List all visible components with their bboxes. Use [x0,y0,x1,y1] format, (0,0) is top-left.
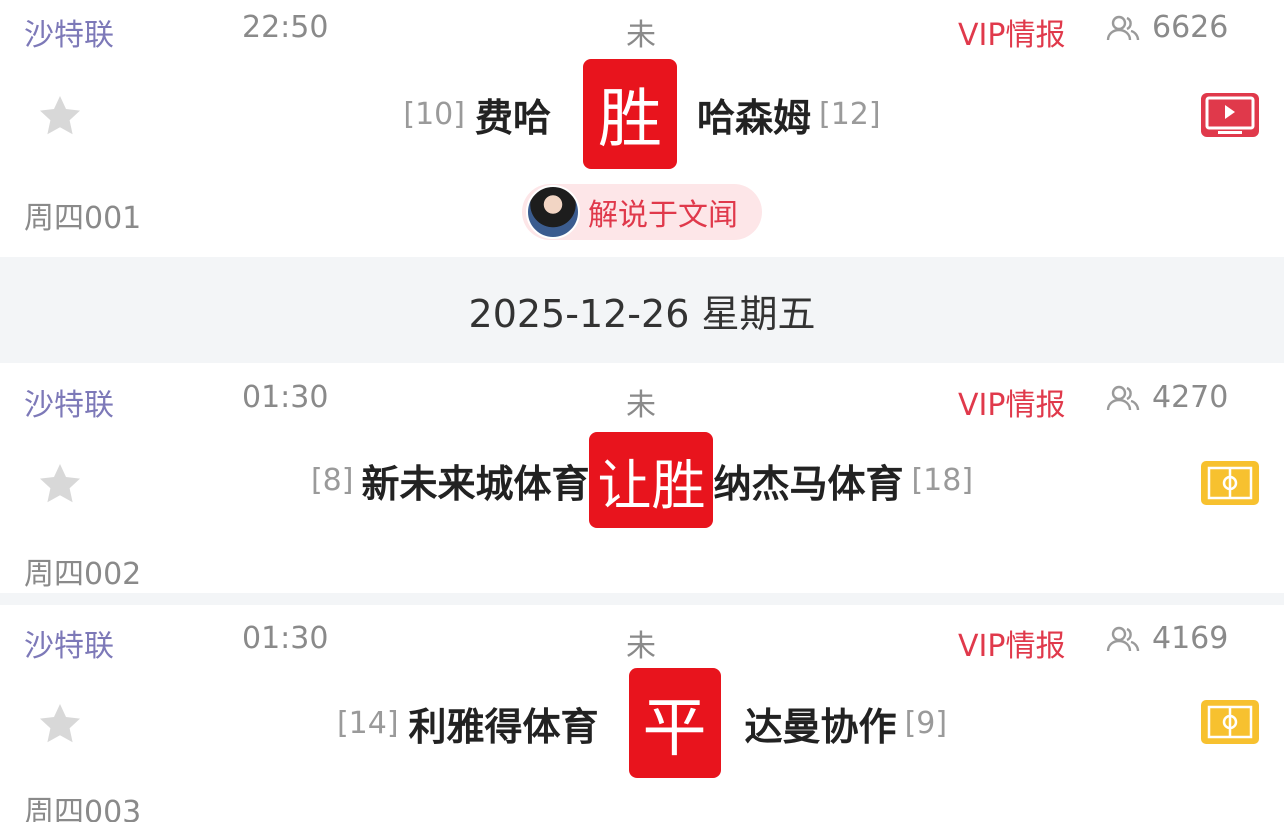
teams-row: [8] 新未来城体育 让胜 纳杰马体育 [18] [0,431,1284,529]
away-team[interactable]: 达曼协作 [745,696,897,751]
people-icon [1106,15,1140,40]
home-team[interactable]: 费哈 [475,87,551,142]
home-team[interactable]: 新未来城体育 [361,453,589,508]
match-time: 01:30 [242,380,329,415]
watchers-count: 4169 [1106,621,1228,656]
match-time: 22:50 [242,10,329,45]
match-status: 未 [626,18,656,53]
home-rank: [8] [310,462,354,498]
teams-row: [14] 利雅得体育 平 达曼协作 [9] [0,667,1284,779]
away-rank: [18] [911,462,974,498]
match-time: 01:30 [242,621,329,656]
commentator-pill[interactable]: 解说于文闻 [522,184,762,240]
pitch-icon[interactable] [1200,460,1260,506]
match-card[interactable]: 沙特联 01:30 未 VIP情报 4169 [14] 利雅得体育 平 达曼协作… [0,605,1284,822]
league-label[interactable]: 沙特联 [24,10,114,54]
match-status: 未 [626,629,656,664]
match-card[interactable]: 沙特联 22:50 未 VIP情报 6626 [10] 费哈 胜 哈森姆 [12… [0,0,1284,257]
match-list: 沙特联 22:50 未 VIP情报 6626 [10] 费哈 胜 哈森姆 [12… [0,0,1284,822]
match-status: 未 [626,388,656,423]
away-rank: [9] [904,705,948,741]
watchers-number: 4169 [1152,621,1229,656]
home-team[interactable]: 利雅得体育 [409,696,599,751]
watchers-count: 6626 [1106,10,1228,45]
home-rank: [14] [336,705,399,741]
result-badge: 平 [628,668,721,778]
result-badge: 让胜 [589,432,714,528]
away-team[interactable]: 纳杰马体育 [713,453,903,508]
match-code: 周四001 [24,201,142,236]
avatar [526,185,580,239]
pitch-icon[interactable] [1200,699,1260,745]
league-label[interactable]: 沙特联 [24,621,114,665]
away-rank: [12] [819,96,881,132]
home-rank: [10] [403,96,465,132]
vip-intel-link[interactable]: VIP情报 [958,621,1065,665]
date-header: 2025-12-26 星期五 [0,257,1284,363]
teams-row: [10] 费哈 胜 哈森姆 [12] [0,58,1284,170]
tv-play-icon[interactable] [1200,92,1260,138]
vip-intel-link[interactable]: VIP情报 [958,10,1065,54]
watchers-number: 6626 [1152,10,1229,45]
people-icon [1106,385,1140,410]
away-team[interactable]: 哈森姆 [697,87,811,142]
people-icon [1106,626,1140,651]
match-card[interactable]: 沙特联 01:30 未 VIP情报 4270 [8] 新未来城体育 让胜 纳杰马… [0,363,1284,593]
watchers-count: 4270 [1106,380,1228,415]
commentator-label: 解说于文闻 [588,198,738,233]
watchers-number: 4270 [1152,380,1229,415]
vip-intel-link[interactable]: VIP情报 [958,380,1065,424]
match-code: 周四003 [24,795,142,822]
divider [0,593,1284,605]
match-code: 周四002 [24,557,142,592]
league-label[interactable]: 沙特联 [24,380,114,424]
result-badge: 胜 [583,59,677,169]
date-header-text: 2025-12-26 星期五 [468,291,816,336]
